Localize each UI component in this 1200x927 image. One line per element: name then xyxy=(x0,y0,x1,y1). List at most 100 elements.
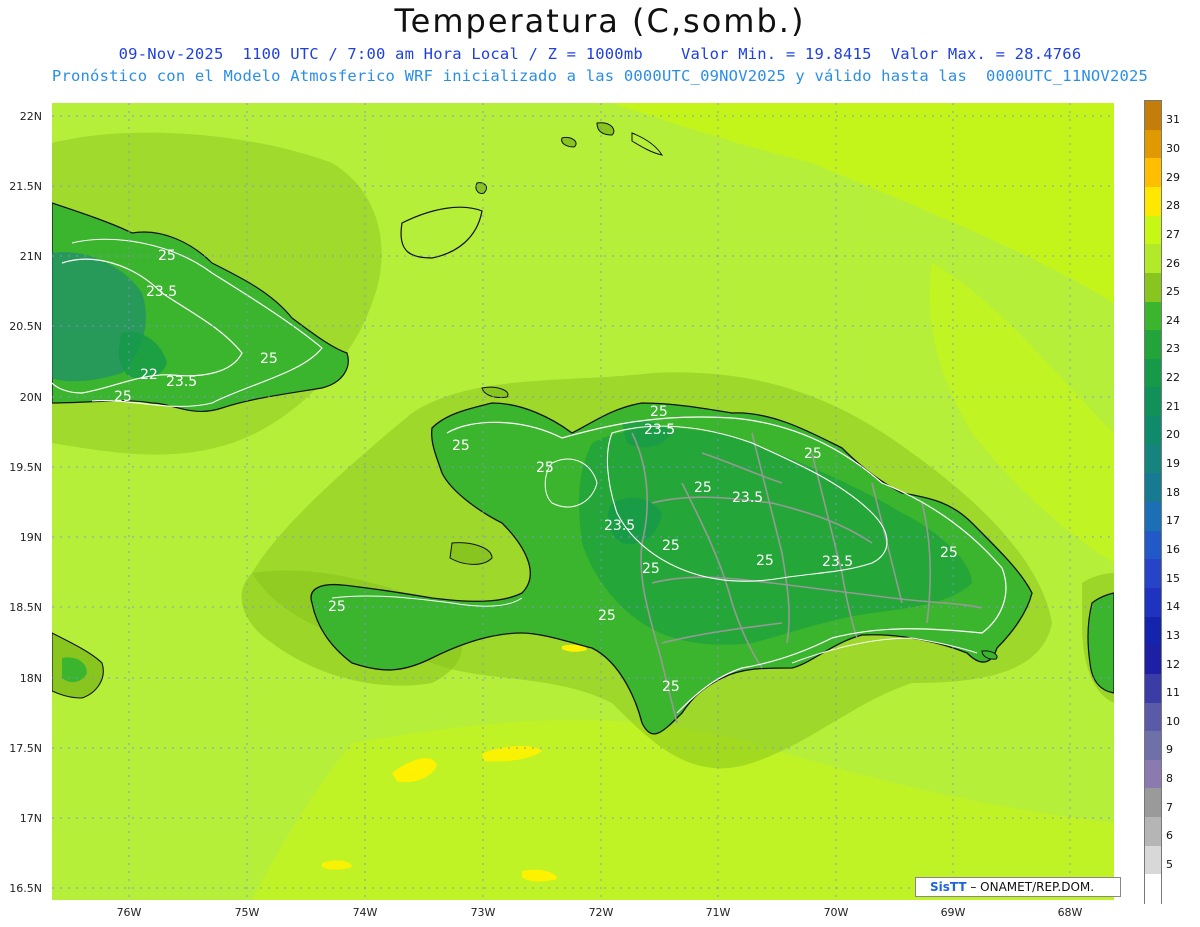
legend-swatch xyxy=(1145,101,1161,131)
lat-label: 18.5N xyxy=(9,601,42,614)
contour-label: 23.5 xyxy=(822,554,853,570)
legend-level-label: 29 xyxy=(1166,170,1180,184)
contour-label: 23.5 xyxy=(604,518,635,534)
sea-warm-band-north xyxy=(612,103,1114,303)
lat-label: 20.5N xyxy=(9,320,42,333)
contour-label: 23.5 xyxy=(732,490,763,506)
legend-swatch xyxy=(1145,530,1161,560)
legend-level-label: 7 xyxy=(1166,800,1173,814)
lat-label: 20N xyxy=(19,391,42,404)
contour-label: 25 xyxy=(158,248,176,264)
legend-level-label: 21 xyxy=(1166,399,1180,413)
lat-label: 21.5N xyxy=(9,180,42,193)
lon-label: 75W xyxy=(234,906,260,919)
contour-label: 25 xyxy=(650,404,668,420)
temperature-map[interactable]: 25 23.5 25 22 23.5 25 25 25 23.5 25 25 2… xyxy=(52,103,1114,900)
lon-label: 68W xyxy=(1057,906,1083,919)
legend-level-label: 30 xyxy=(1166,141,1180,155)
contour-label: 25 xyxy=(328,599,346,615)
island-north-1 xyxy=(596,122,615,136)
legend-level-label: 11 xyxy=(1166,686,1180,700)
lon-label: 72W xyxy=(588,906,614,919)
contour-label: 22 xyxy=(140,367,158,383)
legend-level-label: 31 xyxy=(1166,113,1180,127)
legend-level-label: 14 xyxy=(1166,600,1180,614)
contour-label: 25 xyxy=(260,351,278,367)
legend-swatch xyxy=(1145,645,1161,675)
legend-swatch xyxy=(1145,129,1161,159)
legend-swatch xyxy=(1145,502,1161,532)
contour-label: 25 xyxy=(536,460,554,476)
legend-level-label: 13 xyxy=(1166,628,1180,642)
contour-label: 23.5 xyxy=(146,284,177,300)
legend-level-label: 27 xyxy=(1166,227,1180,241)
sistt-logo-text: SisTT xyxy=(930,880,967,894)
lat-label: 17N xyxy=(19,812,42,825)
contour-label: 25 xyxy=(642,561,660,577)
lon-label: 71W xyxy=(705,906,731,919)
lon-label: 69W xyxy=(940,906,966,919)
contour-label: 25 xyxy=(804,446,822,462)
legend-swatch xyxy=(1145,244,1161,274)
lat-label: 19.5N xyxy=(9,461,42,474)
lon-label: 73W xyxy=(470,906,496,919)
legend-swatch xyxy=(1145,272,1161,303)
legend-swatch xyxy=(1145,158,1161,188)
chart-title: Temperatura (C,somb.) xyxy=(394,2,806,40)
legend-level-label: 23 xyxy=(1166,342,1180,356)
legend-level-label: 24 xyxy=(1166,313,1180,327)
island-caicos xyxy=(475,182,487,194)
color-legend-bar xyxy=(1144,100,1162,904)
contour-label: 25 xyxy=(694,480,712,496)
lon-label: 74W xyxy=(352,906,378,919)
legend-swatch xyxy=(1145,874,1161,904)
legend-swatch xyxy=(1145,387,1161,417)
valid-time-line: 09-Nov-2025 1100 UTC / 7:00 am Hora Loca… xyxy=(118,45,1082,63)
legend-level-label: 26 xyxy=(1166,256,1180,270)
legend-swatch xyxy=(1145,301,1161,331)
model-info-line: Pronóstico con el Modelo Atmosferico WRF… xyxy=(51,67,1149,85)
contour-label: 25 xyxy=(598,608,616,624)
contour-label: 23.5 xyxy=(644,422,675,438)
legend-swatch xyxy=(1145,186,1161,217)
legend-swatch xyxy=(1145,330,1161,360)
legend-level-label: 9 xyxy=(1166,743,1173,757)
legend-swatch xyxy=(1145,587,1161,618)
credit-text: – ONAMET/REP.DOM. xyxy=(966,880,1095,894)
legend-level-label: 28 xyxy=(1166,199,1180,213)
lat-label: 21N xyxy=(19,250,42,263)
island-inagua xyxy=(400,206,483,259)
contour-label: 23.5 xyxy=(166,374,197,390)
legend-swatch xyxy=(1145,215,1161,245)
legend-swatch xyxy=(1145,358,1161,389)
map-canvas: 25 23.5 25 22 23.5 25 25 25 23.5 25 25 2… xyxy=(52,103,1114,900)
legend-swatch xyxy=(1145,616,1161,646)
legend-swatch xyxy=(1145,444,1161,474)
legend-level-label: 22 xyxy=(1166,371,1180,385)
legend-swatch xyxy=(1145,817,1161,847)
legend-level-label: 8 xyxy=(1166,772,1173,786)
contour-label: 25 xyxy=(662,538,680,554)
lat-label: 19N xyxy=(19,531,42,544)
legend-level-label: 6 xyxy=(1166,829,1173,843)
contour-label: 25 xyxy=(114,389,132,405)
legend-level-label: 17 xyxy=(1166,514,1180,528)
legend-swatch xyxy=(1145,845,1161,875)
legend-level-label: 5 xyxy=(1166,858,1173,872)
contour-label: 25 xyxy=(662,679,680,695)
lat-label: 18N xyxy=(19,672,42,685)
legend-swatch xyxy=(1145,473,1161,503)
lon-label: 70W xyxy=(823,906,849,919)
legend-level-label: 20 xyxy=(1166,428,1180,442)
legend-swatch xyxy=(1145,702,1161,732)
contour-label: 25 xyxy=(940,545,958,561)
legend-level-label: 25 xyxy=(1166,285,1180,299)
contour-label: 25 xyxy=(756,553,774,569)
island-north-3 xyxy=(631,132,664,156)
island-north-2 xyxy=(561,136,577,148)
legend-swatch xyxy=(1145,559,1161,589)
credit-box: SisTT – ONAMET/REP.DOM. xyxy=(915,877,1121,897)
legend-level-label: 16 xyxy=(1166,542,1180,556)
legend-swatch xyxy=(1145,788,1161,818)
contour-label: 25 xyxy=(452,438,470,454)
